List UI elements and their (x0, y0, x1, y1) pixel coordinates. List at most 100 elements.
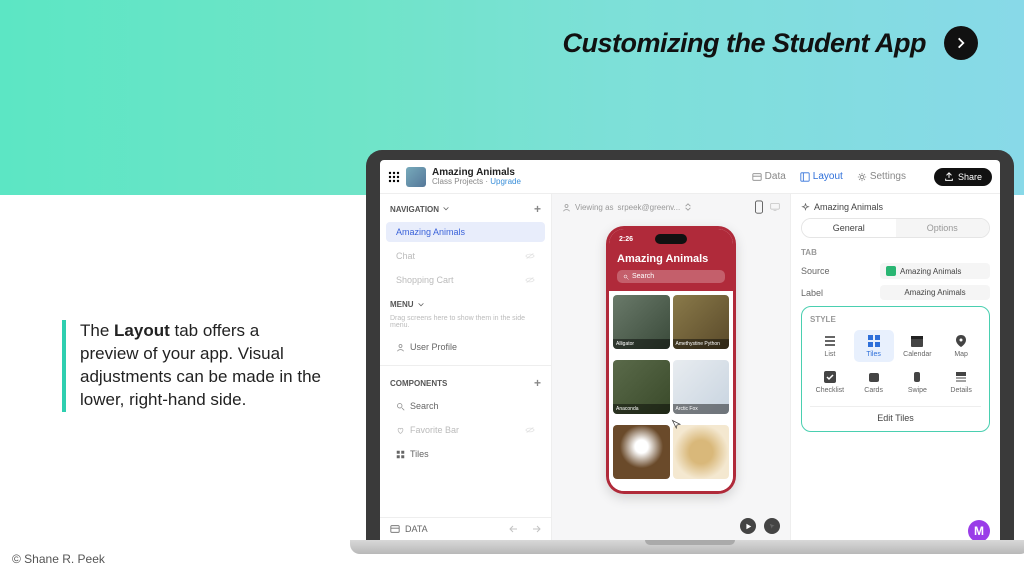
components-header: COMPONENTS + (380, 365, 551, 394)
select-mode-button[interactable] (764, 518, 780, 534)
props-tab-general[interactable]: General (802, 219, 896, 237)
layout-icon (800, 172, 810, 182)
phone-search-placeholder: Search (632, 273, 654, 280)
tile-caption: Amethystine Python (673, 339, 730, 349)
menu-item-user-profile[interactable]: User Profile (386, 337, 545, 357)
checklist-icon (823, 370, 837, 384)
component-favorite-bar[interactable]: Favorite Bar (386, 420, 545, 440)
help-badge[interactable]: M (968, 520, 990, 540)
tile-anaconda[interactable]: Anaconda (613, 360, 670, 414)
map-icon (954, 334, 968, 348)
component-search[interactable]: Search (386, 396, 545, 416)
phone-icon[interactable] (754, 200, 764, 214)
viewing-as[interactable]: Viewing as srpeek@greenv... (562, 203, 692, 212)
style-calendar[interactable]: Calendar (898, 330, 938, 362)
tab-layout[interactable]: Layout (800, 171, 843, 182)
nav-item-label: Shopping Cart (396, 275, 454, 285)
tiles-icon (867, 334, 881, 348)
style-checklist[interactable]: Checklist (810, 366, 850, 398)
hidden-icon (525, 425, 535, 435)
label-input[interactable]: Amazing Animals (880, 285, 990, 300)
style-label: Cards (864, 387, 883, 394)
forward-arrow-button[interactable] (944, 26, 978, 60)
props-title-text: Amazing Animals (814, 202, 883, 212)
project-thumbnail (406, 167, 426, 187)
menu-item-label: User Profile (410, 342, 457, 352)
laptop-mockup: Amazing Animals Class Projects · Upgrade… (350, 150, 1024, 570)
source-value: Amazing Animals (900, 267, 961, 276)
swipe-icon (910, 370, 924, 384)
style-label: Calendar (903, 351, 931, 358)
component-tiles[interactable]: Tiles (386, 444, 545, 464)
data-icon (752, 172, 762, 182)
add-screen-button[interactable]: + (534, 202, 541, 216)
slide-title: Customizing the Student App (563, 28, 926, 59)
tab-data[interactable]: Data (752, 171, 786, 182)
components-label: COMPONENTS (390, 379, 447, 388)
tile-caption: Alligator (613, 339, 670, 349)
component-label: Search (410, 401, 439, 411)
style-list[interactable]: List (810, 330, 850, 362)
phone-tile-grid: Alligator Amethystine Python Anaconda Ar… (609, 291, 733, 491)
style-map[interactable]: Map (941, 330, 981, 362)
style-label: Details (950, 387, 971, 394)
menu-header[interactable]: MENU (380, 292, 551, 313)
tab-layout-label: Layout (813, 171, 843, 182)
left-sidebar: NAVIGATION + Amazing Animals Chat Shoppi… (380, 194, 552, 540)
tab-section-label: TAB (801, 248, 990, 257)
style-details[interactable]: Details (941, 366, 981, 398)
tile-eagle[interactable] (613, 425, 670, 479)
tab-settings[interactable]: Settings (857, 171, 906, 182)
data-footer-label[interactable]: DATA (405, 524, 428, 534)
source-select[interactable]: Amazing Animals (880, 263, 990, 279)
props-tab-options[interactable]: Options (896, 219, 990, 237)
desktop-icon[interactable] (770, 200, 780, 214)
share-icon (944, 172, 954, 182)
copyright: © Shane R. Peek (12, 552, 105, 566)
tile-alligator[interactable]: Alligator (613, 295, 670, 349)
navigation-header[interactable]: NAVIGATION + (380, 194, 551, 220)
chevron-down-icon (417, 301, 425, 309)
props-tabs: General Options (801, 218, 990, 238)
sidebar-footer: DATA (380, 517, 551, 540)
play-button[interactable] (740, 518, 756, 534)
nav-item-shopping-cart[interactable]: Shopping Cart (386, 270, 545, 290)
undo-icon[interactable] (509, 524, 521, 534)
sheet-icon (886, 266, 896, 276)
preview-canvas: Viewing as srpeek@greenv... (552, 194, 790, 540)
tile-snake[interactable] (673, 425, 730, 479)
label-value: Amazing Animals (904, 288, 965, 297)
add-component-button[interactable]: + (534, 376, 541, 390)
menu-label: MENU (390, 300, 414, 309)
calendar-icon (910, 334, 924, 348)
chevron-right-icon (954, 36, 968, 50)
phone-search-bar[interactable]: Search (617, 270, 725, 283)
user-icon (396, 343, 405, 352)
style-cards[interactable]: Cards (854, 366, 894, 398)
nav-item-label: Chat (396, 251, 415, 261)
redo-icon[interactable] (529, 524, 541, 534)
project-subtitle: Class Projects · (432, 177, 490, 186)
nav-item-amazing-animals[interactable]: Amazing Animals (386, 222, 545, 242)
edit-tiles-button[interactable]: Edit Tiles (810, 406, 981, 423)
nav-item-chat[interactable]: Chat (386, 246, 545, 266)
tile-caption: Anaconda (613, 404, 670, 414)
tile-python[interactable]: Amethystine Python (673, 295, 730, 349)
hidden-icon (525, 251, 535, 261)
style-label: Tiles (866, 351, 881, 358)
component-label: Tiles (410, 449, 429, 459)
phone-preview: 2:26 Amazing Animals Search (606, 226, 736, 494)
data-icon (390, 524, 400, 534)
upgrade-link[interactable]: Upgrade (490, 177, 521, 186)
device-toggle[interactable] (754, 200, 780, 214)
style-swipe[interactable]: Swipe (898, 366, 938, 398)
style-label: Checklist (816, 387, 844, 394)
tile-arctic-fox[interactable]: Arctic Fox (673, 360, 730, 414)
source-label: Source (801, 266, 830, 276)
style-tiles[interactable]: Tiles (854, 330, 894, 362)
project-title-block: Amazing Animals Class Projects · Upgrade (432, 167, 521, 187)
app-switcher-icon[interactable] (388, 171, 400, 183)
share-button[interactable]: Share (934, 168, 992, 186)
tab-settings-label: Settings (870, 171, 906, 182)
style-section-label: STYLE (810, 315, 981, 324)
